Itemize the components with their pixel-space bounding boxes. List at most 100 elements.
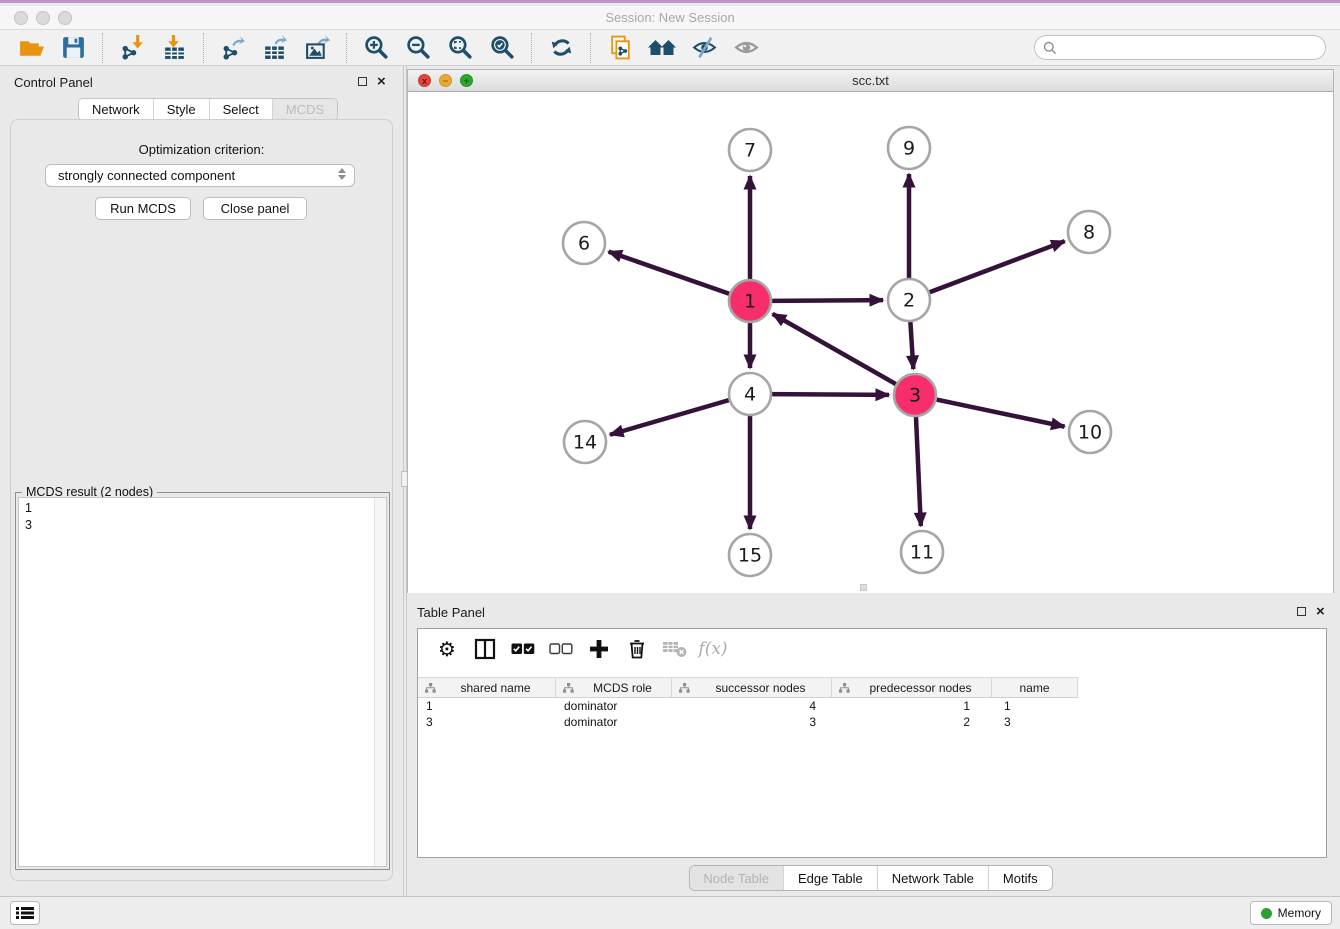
table-toolbar: ⚙ f(x) xyxy=(418,629,1326,669)
close-panel-icon[interactable]: × xyxy=(377,76,386,87)
refresh-icon[interactable] xyxy=(546,33,576,63)
first-neighbors-icon[interactable] xyxy=(647,33,677,63)
hide-selected-eye-slash-icon[interactable] xyxy=(689,33,719,63)
criterion-value: strongly connected component xyxy=(58,168,235,183)
import-table-icon[interactable] xyxy=(159,33,189,63)
memory-status-icon xyxy=(1261,908,1272,919)
export-image-icon[interactable] xyxy=(302,33,332,63)
column-header-shared-name[interactable]: shared name xyxy=(418,677,556,698)
deselect-all-columns-icon[interactable] xyxy=(545,633,577,665)
graph-node-label-8: 8 xyxy=(1083,222,1095,244)
mcds-result-group: MCDS result (2 nodes) 1 3 xyxy=(15,492,390,870)
cell-name[interactable]: 1 xyxy=(992,699,1078,713)
select-all-columns-icon[interactable] xyxy=(507,633,539,665)
new-network-from-selection-icon[interactable] xyxy=(605,33,635,63)
graph-edge-4-14[interactable] xyxy=(610,400,729,435)
tab-network[interactable]: Network xyxy=(79,99,153,120)
mcds-result-text: 1 3 xyxy=(25,500,32,534)
control-panel: Control Panel × Network Style Select MCD… xyxy=(0,66,403,896)
cell-shared-name[interactable]: 3 xyxy=(418,715,556,729)
tab-motifs[interactable]: Motifs xyxy=(988,866,1052,890)
zoom-out-icon[interactable] xyxy=(403,33,433,63)
graph-edge-1-2[interactable] xyxy=(772,300,883,301)
cell-successor-nodes[interactable]: 3 xyxy=(672,715,832,729)
toolbar-separator xyxy=(531,33,532,63)
search-field[interactable] xyxy=(1034,35,1326,60)
window-title: Session: New Session xyxy=(0,10,1340,25)
cell-shared-name[interactable]: 1 xyxy=(418,699,556,713)
memory-button[interactable]: Memory xyxy=(1250,901,1332,925)
zoom-in-icon[interactable] xyxy=(361,33,391,63)
table-body: 1 dominator 4 1 1 3 dominator 3 2 3 xyxy=(418,698,1326,730)
network-window-titlebar[interactable]: x − + scc.txt xyxy=(408,70,1333,92)
table-panel: Table Panel × ⚙ xyxy=(407,600,1334,893)
tab-edge-table[interactable]: Edge Table xyxy=(783,866,877,890)
graph-edge-3-1[interactable] xyxy=(773,314,896,384)
task-history-button[interactable] xyxy=(10,901,40,925)
export-network-icon[interactable] xyxy=(218,33,248,63)
column-header-name[interactable]: name xyxy=(992,677,1078,698)
criterion-select[interactable]: strongly connected component xyxy=(45,164,355,187)
zoom-selected-icon[interactable] xyxy=(487,33,517,63)
float-panel-icon[interactable] xyxy=(358,77,367,86)
control-panel-title: Control Panel xyxy=(14,75,93,90)
tab-style[interactable]: Style xyxy=(153,99,209,120)
table-row[interactable]: 3 dominator 3 2 3 xyxy=(418,714,1326,730)
search-icon xyxy=(1043,41,1057,55)
save-session-icon[interactable] xyxy=(58,33,88,63)
network-view-window: x − + scc.txt 7968124314101511 xyxy=(407,69,1334,593)
graph-node-label-9: 9 xyxy=(903,138,915,160)
toolbar-separator xyxy=(203,33,204,63)
close-panel-button[interactable]: Close panel xyxy=(203,197,307,220)
cell-mcds-role[interactable]: dominator xyxy=(556,715,672,729)
list-icon xyxy=(16,906,34,920)
cell-successor-nodes[interactable]: 4 xyxy=(672,699,832,713)
toolbar-separator xyxy=(346,33,347,63)
cell-name[interactable]: 3 xyxy=(992,715,1078,729)
table-header-row: shared name MCDS role successor nodes pr… xyxy=(418,677,1078,698)
optimization-criterion-label: Optimization criterion: xyxy=(11,142,392,157)
mcds-result-textarea[interactable]: 1 3 xyxy=(18,497,387,867)
import-network-icon[interactable] xyxy=(117,33,147,63)
table-panel-title: Table Panel xyxy=(417,605,485,620)
tab-node-table[interactable]: Node Table xyxy=(689,866,783,890)
cell-mcds-role[interactable]: dominator xyxy=(556,699,672,713)
graph-edge-4-3[interactable] xyxy=(772,394,889,395)
graph-node-label-10: 10 xyxy=(1078,422,1102,444)
column-type-icon xyxy=(839,683,850,693)
graph-edge-3-11[interactable] xyxy=(916,417,921,526)
graph-edge-2-8[interactable] xyxy=(930,241,1065,292)
column-header-mcds-role[interactable]: MCDS role xyxy=(556,677,672,698)
add-column-plus-icon[interactable] xyxy=(583,633,615,665)
open-session-icon[interactable] xyxy=(16,33,46,63)
status-bar: Memory xyxy=(0,896,1340,929)
export-table-icon[interactable] xyxy=(260,33,290,63)
split-panel-icon[interactable] xyxy=(469,633,501,665)
tab-mcds[interactable]: MCDS xyxy=(272,99,337,120)
tab-network-table[interactable]: Network Table xyxy=(877,866,988,890)
canvas-resize-handle[interactable] xyxy=(860,584,867,591)
column-header-predecessor-nodes[interactable]: predecessor nodes xyxy=(832,677,992,698)
network-window-title: scc.txt xyxy=(408,73,1333,88)
tab-select[interactable]: Select xyxy=(209,99,272,120)
graph-edge-2-3[interactable] xyxy=(910,322,913,369)
graph-node-label-15: 15 xyxy=(738,545,762,567)
cell-predecessor-nodes[interactable]: 2 xyxy=(832,715,992,729)
graph-node-label-11: 11 xyxy=(910,542,934,564)
graph-edge-1-6[interactable] xyxy=(609,252,730,294)
zoom-fit-icon[interactable] xyxy=(445,33,475,63)
show-all-eye-icon[interactable] xyxy=(731,33,761,63)
cell-predecessor-nodes[interactable]: 1 xyxy=(832,699,992,713)
search-input[interactable] xyxy=(1062,41,1317,55)
close-table-panel-icon[interactable]: × xyxy=(1316,606,1325,617)
network-canvas[interactable]: 7968124314101511 xyxy=(408,92,1333,593)
graph-edge-3-10[interactable] xyxy=(937,400,1065,427)
run-mcds-button[interactable]: Run MCDS xyxy=(95,197,191,220)
column-header-successor-nodes[interactable]: successor nodes xyxy=(672,677,832,698)
column-settings-gear-icon[interactable]: ⚙ xyxy=(431,633,463,665)
table-row[interactable]: 1 dominator 4 1 1 xyxy=(418,698,1326,714)
float-table-panel-icon[interactable] xyxy=(1297,607,1306,616)
delete-column-trash-icon[interactable] xyxy=(621,633,653,665)
mcds-result-scrollbar[interactable] xyxy=(374,498,386,866)
main-toolbar xyxy=(0,30,1340,66)
